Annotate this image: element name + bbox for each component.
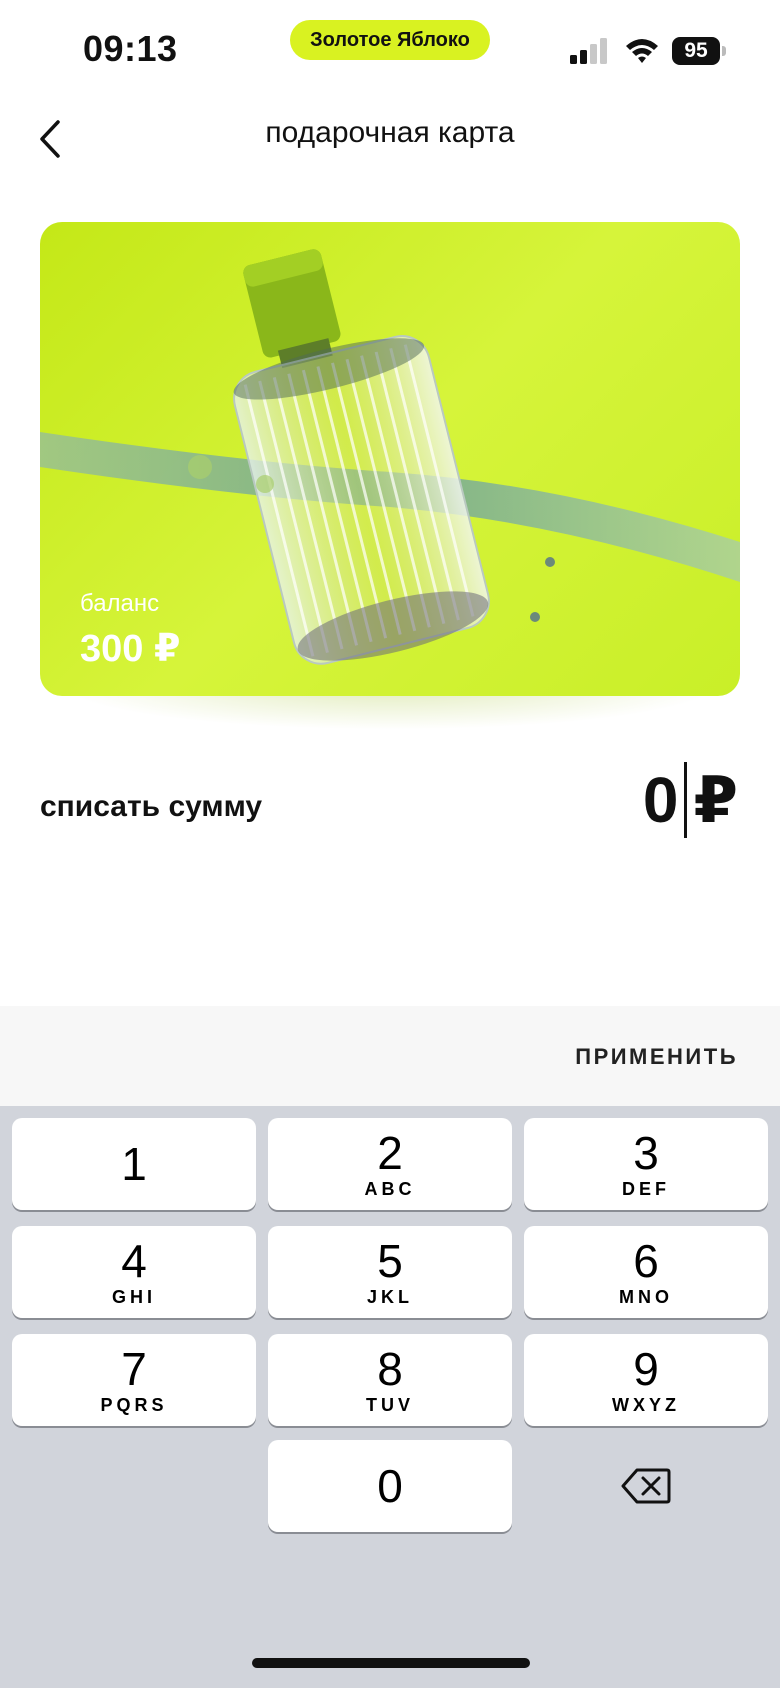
writeoff-label: списать сумму bbox=[40, 790, 263, 823]
key-digit: 4 bbox=[121, 1234, 147, 1287]
cellular-signal-icon bbox=[570, 38, 607, 64]
status-time: 09:13 bbox=[83, 28, 178, 69]
key-letters: ABC bbox=[364, 1178, 416, 1199]
status-bar: 09:13 Золотое Яблоко 95 bbox=[0, 0, 780, 90]
key-digit: 1 bbox=[121, 1138, 147, 1190]
key-1[interactable]: 1 bbox=[12, 1118, 256, 1210]
wifi-icon bbox=[626, 39, 658, 63]
key-4[interactable]: 4 GHI bbox=[12, 1226, 256, 1318]
perfume-bottle-image bbox=[40, 249, 740, 665]
app-name-pill[interactable]: Золотое Яблоко bbox=[290, 20, 490, 60]
balance-label: баланс bbox=[80, 590, 160, 617]
apply-button[interactable]: ПРИМЕНИТЬ bbox=[575, 1044, 738, 1070]
key-digit: 9 bbox=[633, 1342, 659, 1395]
text-cursor bbox=[684, 762, 688, 838]
key-letters: DEF bbox=[622, 1178, 670, 1199]
backspace-icon bbox=[621, 1468, 671, 1504]
key-digit: 5 bbox=[377, 1234, 403, 1287]
key-digit: 3 bbox=[633, 1126, 659, 1179]
gift-card: баланс 300 ₽ bbox=[40, 222, 740, 696]
key-letters: JKL bbox=[366, 1286, 413, 1307]
battery-icon: 95 bbox=[672, 37, 720, 65]
currency-symbol: ₽ bbox=[693, 763, 738, 836]
key-7[interactable]: 7 PQRS bbox=[12, 1334, 256, 1426]
key-3[interactable]: 3 DEF bbox=[524, 1118, 768, 1210]
key-letters: WXYZ bbox=[612, 1394, 680, 1415]
key-8[interactable]: 8 TUV bbox=[268, 1334, 512, 1426]
key-digit: 8 bbox=[377, 1342, 403, 1395]
key-6[interactable]: 6 MNO bbox=[524, 1226, 768, 1318]
key-letters: MNO bbox=[619, 1286, 673, 1307]
battery-tip bbox=[722, 46, 726, 56]
numeric-keypad: 1 2 ABC 3 DEF 4 GHI 5 JKL 6 MNO 7 PQRS 8… bbox=[0, 1106, 780, 1688]
key-0[interactable]: 0 bbox=[268, 1440, 512, 1532]
home-indicator[interactable] bbox=[252, 1658, 530, 1668]
key-letters: GHI bbox=[111, 1286, 156, 1307]
key-9[interactable]: 9 WXYZ bbox=[524, 1334, 768, 1426]
key-2[interactable]: 2 ABC bbox=[268, 1118, 512, 1210]
amount-value: 0 bbox=[642, 764, 679, 836]
key-letters: PQRS bbox=[100, 1394, 168, 1415]
key-digit: 2 bbox=[377, 1126, 403, 1179]
page-title: подарочная карта bbox=[265, 116, 515, 149]
key-5[interactable]: 5 JKL bbox=[268, 1226, 512, 1318]
balance-value: 300 ₽ bbox=[80, 628, 181, 670]
keyboard-toolbar: ПРИМЕНИТЬ bbox=[0, 1006, 780, 1106]
key-letters: TUV bbox=[366, 1394, 414, 1415]
key-digit: 6 bbox=[633, 1234, 659, 1287]
key-digit: 0 bbox=[377, 1460, 403, 1512]
amount-input[interactable]: 0 ₽ bbox=[643, 760, 738, 840]
key-digit: 7 bbox=[121, 1342, 147, 1395]
backspace-key[interactable] bbox=[524, 1440, 768, 1532]
